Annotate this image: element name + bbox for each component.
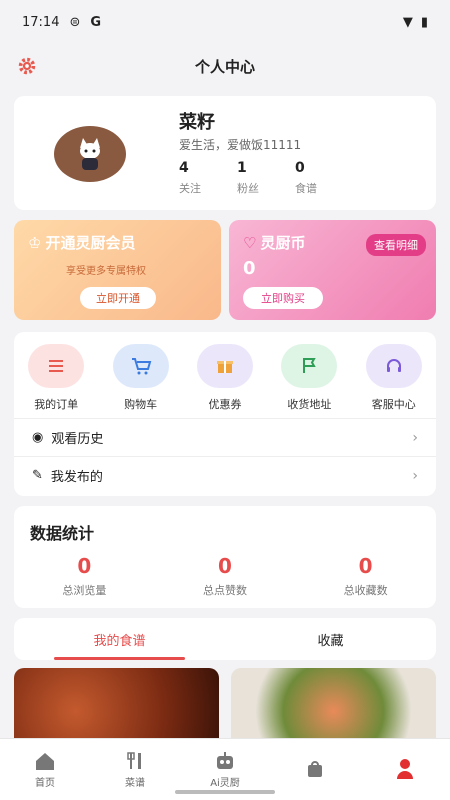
stat-num: 0 [295,160,305,176]
service-coupon[interactable]: 优惠券 [189,344,261,418]
tabbar-profile[interactable] [360,739,450,800]
stat-following[interactable]: 4 关注 [179,160,201,196]
coupon-icon [196,344,253,388]
service-label: 优惠券 [208,398,242,411]
bag-icon [304,758,326,780]
coin-title-text: 灵厨币 [260,234,306,252]
coin-detail-button[interactable]: 查看明细 [366,234,426,256]
battery-icon: ▮ [420,14,428,30]
data-stat-label: 总浏览量 [62,584,107,597]
vip-title: ♔ 开通灵厨会员 [28,232,135,253]
service-label: 客服中心 [371,398,416,411]
user-name: 菜籽 [179,112,215,133]
avatar[interactable] [54,126,126,182]
tabbar-recipes[interactable]: 菜谱 [90,739,180,800]
tabbar-label: 首页 [35,778,55,789]
eye-icon: ◉ [32,430,44,445]
heart-icon: ♡ [243,233,257,252]
data-stats-title: 数据统计 [30,524,95,543]
data-stats-card: 数据统计 0 总浏览量 0 总点赞数 0 总收藏数 [14,506,436,608]
stat-num: 1 [237,160,247,176]
data-stat-num: 0 [358,554,373,578]
data-stat-label: 总点赞数 [202,584,247,597]
data-stat-likes: 0 总点赞数 [175,554,275,598]
recipe-tabs: 我的食谱 收藏 [14,618,436,660]
stat-label: 食谱 [295,182,317,195]
profile-icon [394,758,416,780]
recipe-photo[interactable] [231,668,436,740]
recipe-photo[interactable] [14,668,219,740]
coin-title: ♡ 灵厨币 [243,232,305,253]
service-label: 我的订单 [34,398,79,411]
vip-card[interactable]: ♔ 开通灵厨会员 享受更多专属特权 立即开通 [14,220,221,320]
list-item-label: 观看历史 [51,432,104,447]
home-indicator [175,790,275,794]
tabbar-shop[interactable] [270,739,360,800]
service-label: 购物车 [124,398,158,411]
stat-num: 4 [179,160,189,176]
gear-icon[interactable] [16,55,38,77]
service-orders[interactable]: 我的订单 [20,344,92,418]
stat-followers[interactable]: 1 粉丝 [237,160,259,196]
list-item-published[interactable]: ✎ 我发布的 › [14,456,436,494]
list-item-label: 我发布的 [50,470,103,485]
order-icon [28,344,85,388]
status-time: 17:14 [22,14,60,30]
robot-icon [214,750,236,772]
chevron-right-icon: › [412,467,418,484]
promo-row: ♔ 开通灵厨会员 享受更多专属特权 立即开通 ♡ 灵厨币 查看明细 0 立即购买 [14,220,436,320]
tabbar-home[interactable]: 首页 [0,739,90,800]
coin-buy-button[interactable]: 立即购买 [243,287,323,309]
services-row: 我的订单 购物车 优惠券 收货地址 客服中心 [14,332,436,418]
wifi-icon: ▼ [402,14,413,30]
vpn-icon: ⊜ [69,14,81,30]
recipe-grid [14,668,436,740]
coin-value: 0 [243,258,256,279]
tabbar-label: Ai灵厨 [210,778,240,789]
data-stat-favorites: 0 总收藏数 [316,554,416,598]
home-icon [34,750,56,772]
service-label: 收货地址 [287,398,332,411]
crown-icon: ♔ [28,233,42,252]
profile-stats: 4 关注 1 粉丝 0 食谱 [179,160,317,196]
chevron-right-icon: › [412,429,418,446]
vip-subtitle: 享受更多专属特权 [66,266,146,277]
utensils-icon [124,750,146,772]
data-stats-row: 0 总浏览量 0 总点赞数 0 总收藏数 [14,554,436,598]
data-stat-num: 0 [218,554,232,578]
edit-icon: ✎ [32,468,43,483]
tabbar-label: 菜谱 [125,778,145,789]
page-title: 个人中心 [194,57,255,76]
services-card: 我的订单 购物车 优惠券 收货地址 客服中心 ◉ 观看历史 › ✎ 我发布的 › [14,332,436,496]
headset-icon [365,344,422,388]
vip-title-text: 开通灵厨会员 [45,234,136,252]
data-stat-num: 0 [77,554,92,578]
bottom-tabbar: 首页 菜谱 Ai灵厨 [0,738,450,800]
tab-my-recipes[interactable]: 我的食谱 [14,618,225,660]
data-stat-views: 0 总浏览量 [34,554,134,598]
list-item-history[interactable]: ◉ 观看历史 › [14,418,436,456]
data-stat-label: 总收藏数 [343,584,388,597]
flag-icon [281,344,338,388]
tab-favorites[interactable]: 收藏 [225,618,436,660]
cat-avatar-icon [80,138,100,170]
coin-card[interactable]: ♡ 灵厨币 查看明细 0 立即购买 [229,220,436,320]
vip-open-button[interactable]: 立即开通 [80,287,156,309]
google-icon: G [90,14,102,30]
service-cart[interactable]: 购物车 [105,344,177,418]
stat-recipes[interactable]: 0 食谱 [295,160,317,196]
service-address[interactable]: 收货地址 [273,344,345,418]
cart-icon [112,344,169,388]
status-bar: 17:14 ⊜ G ▼ ▮ [0,0,450,44]
user-bio: 爱生活，爱做饭11111 [179,138,302,152]
page-header: 个人中心 [0,44,450,88]
profile-card[interactable]: 菜籽 爱生活，爱做饭11111 4 关注 1 粉丝 0 食谱 [14,96,436,210]
stat-label: 关注 [179,182,201,195]
service-support[interactable]: 客服中心 [358,344,430,418]
stat-label: 粉丝 [237,182,259,195]
